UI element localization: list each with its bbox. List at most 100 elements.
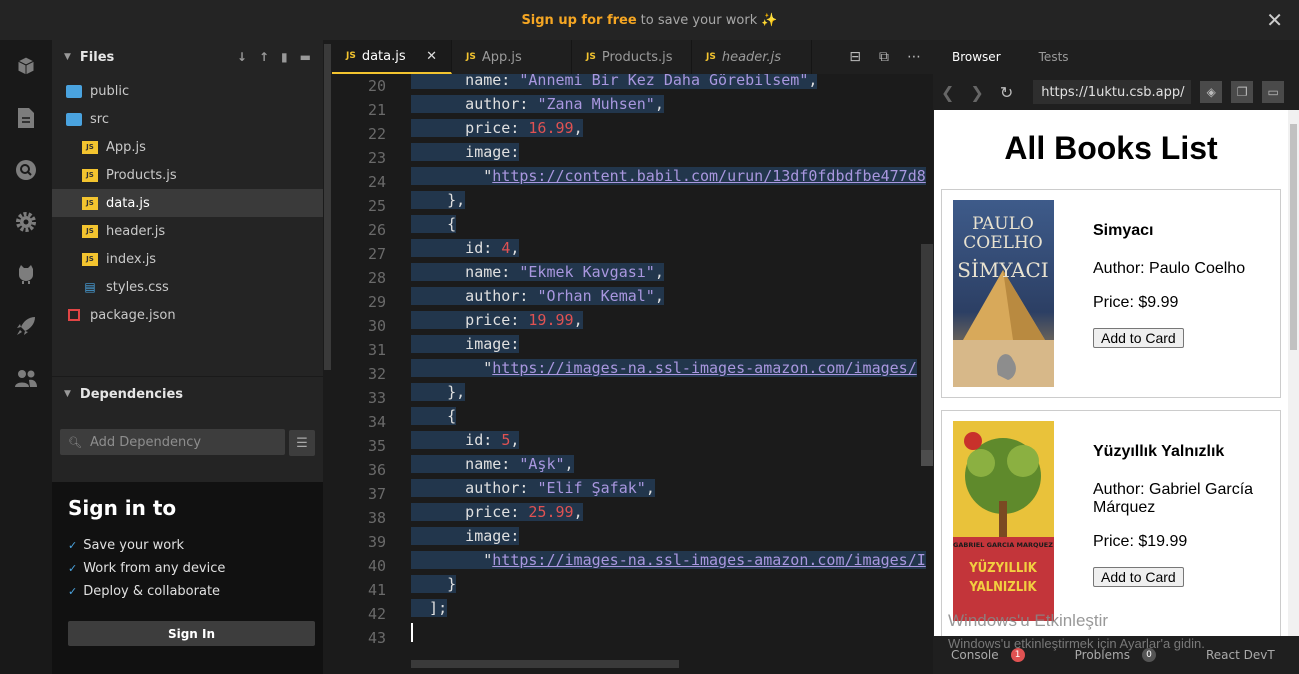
- horizontal-scrollbar[interactable]: [411, 660, 679, 668]
- code-line[interactable]: id: 4,: [411, 236, 931, 260]
- line-numbers: 20 21 22 23 24 25 26 27 28 29 30 31 32 33 34 35 36 37 38 39…: [332, 74, 394, 650]
- code-line[interactable]: id: 5,: [411, 428, 931, 452]
- files-header[interactable]: ▼ Files ↓ ↑ ▮ ▬: [52, 40, 323, 74]
- code-line[interactable]: },: [411, 380, 931, 404]
- code-line[interactable]: "https://images-na.ssl-images-amazon.com…: [411, 548, 931, 572]
- gear-icon[interactable]: [0, 196, 52, 248]
- signup-text: to save your work ✨: [640, 12, 778, 28]
- add-dependency-input[interactable]: 🔍︎ Add Dependency: [60, 429, 285, 455]
- file-item[interactable]: JS App.js: [52, 133, 323, 161]
- cover-author-last: COELHO: [963, 233, 1042, 253]
- selection-highlight: author: "Zana Muhsen",: [411, 95, 664, 113]
- book-title: Simyacı: [1093, 222, 1154, 239]
- code-line[interactable]: },: [411, 188, 931, 212]
- code-line[interactable]: author: "Orhan Kemal",: [411, 284, 931, 308]
- code-token: "Elif Şafak": [537, 479, 646, 497]
- code-line[interactable]: author: "Zana Muhsen",: [411, 92, 931, 116]
- cube-icon[interactable]: [0, 40, 52, 92]
- refresh-icon[interactable]: ↻: [1000, 83, 1013, 102]
- code-line[interactable]: ];: [411, 596, 931, 620]
- sort-up-icon[interactable]: ↑: [259, 50, 269, 64]
- preview-scrollbar[interactable]: [1288, 110, 1299, 636]
- code-line[interactable]: image:: [411, 140, 931, 164]
- code-line[interactable]: "https://images-na.ssl-images-amazon.com…: [411, 356, 931, 380]
- code-token: ];: [411, 599, 448, 617]
- responsive-icon[interactable]: ◈: [1200, 81, 1223, 103]
- line-number: 35: [367, 437, 386, 455]
- tab-file[interactable]: JS data.js ✕: [332, 40, 452, 74]
- dependencies-header[interactable]: ▼ Dependencies: [52, 377, 323, 411]
- code-line[interactable]: price: 16.99,: [411, 116, 931, 140]
- code-line[interactable]: image:: [411, 524, 931, 548]
- tab-tests[interactable]: Tests: [1020, 50, 1088, 64]
- users-icon[interactable]: [0, 352, 52, 404]
- rocket-icon[interactable]: [0, 300, 52, 352]
- github-icon[interactable]: [0, 248, 52, 300]
- caret-down-icon: ▼: [64, 52, 71, 62]
- add-to-card-button[interactable]: Add to Card: [1093, 567, 1184, 587]
- file-item[interactable]: JS header.js: [52, 217, 323, 245]
- code-token: ,: [564, 455, 574, 473]
- code-line[interactable]: {: [411, 212, 931, 236]
- code-line[interactable]: [411, 620, 931, 644]
- code-line[interactable]: author: "Elif Şafak",: [411, 476, 931, 500]
- tab-browser[interactable]: Browser: [933, 50, 1020, 64]
- code-token: https://content.babil.com/urun/13df0fdbd…: [492, 167, 926, 185]
- editor-actions: ⊟ ⧉ ⋯: [849, 40, 933, 74]
- more-icon[interactable]: ⋯: [907, 49, 921, 65]
- tab-react-devtools[interactable]: React DevT: [1206, 648, 1275, 662]
- back-icon[interactable]: ❮: [941, 83, 954, 102]
- code-line[interactable]: image:: [411, 332, 931, 356]
- preview-icon[interactable]: ⧉: [879, 49, 889, 65]
- file-item[interactable]: JS data.js: [52, 189, 323, 217]
- code-line[interactable]: {: [411, 404, 931, 428]
- book-author: Author: Gabriel García Márquez: [1093, 481, 1254, 516]
- code-line[interactable]: price: 19.99,: [411, 308, 931, 332]
- vertical-scrollbar[interactable]: [921, 244, 933, 464]
- code-line[interactable]: name: "Aşk",: [411, 452, 931, 476]
- selection-highlight: price: 16.99,: [411, 119, 583, 137]
- new-folder-icon[interactable]: ▬: [300, 50, 311, 64]
- new-window-icon[interactable]: ❐: [1231, 81, 1254, 103]
- file-item[interactable]: ▤ styles.css: [52, 273, 323, 301]
- sidebar-scrollbar[interactable]: [323, 40, 332, 370]
- sort-down-icon[interactable]: ↓: [237, 50, 247, 64]
- code-line[interactable]: }: [411, 572, 931, 596]
- code-lines[interactable]: name: "Annemi Bir Kez Daha Görebilsem", …: [411, 74, 931, 644]
- url-input[interactable]: https://1uktu.csb.app/: [1033, 80, 1192, 104]
- code-line[interactable]: price: 25.99,: [411, 500, 931, 524]
- line-number: 40: [367, 557, 386, 575]
- signup-link[interactable]: Sign up for free: [521, 13, 636, 28]
- signin-button[interactable]: Sign In: [68, 621, 315, 646]
- file-item[interactable]: package.json: [52, 301, 323, 329]
- hamburger-menu-icon[interactable]: ☰: [289, 430, 315, 456]
- tab-file[interactable]: JS header.js: [692, 40, 812, 74]
- file-icon[interactable]: [0, 92, 52, 144]
- code-line[interactable]: name: "Annemi Bir Kez Daha Görebilsem",: [411, 74, 931, 92]
- forward-icon[interactable]: ❯: [970, 83, 983, 102]
- book-card: GABRIEL GARCIA MARQUEZ YÜZYILLIK YALNIZL…: [941, 410, 1281, 636]
- line-number: 39: [367, 533, 386, 551]
- code-token: ,: [573, 119, 583, 137]
- file-label: header.js: [106, 223, 166, 239]
- close-tab-icon[interactable]: ✕: [426, 49, 437, 64]
- search-icon[interactable]: [0, 144, 52, 196]
- code-editor[interactable]: 20 21 22 23 24 25 26 27 28 29 30 31 32 33 34 35 36 37 38 39…: [332, 74, 933, 674]
- file-item[interactable]: JS Products.js: [52, 161, 323, 189]
- open-external-icon[interactable]: ▭: [1262, 81, 1285, 103]
- caret-down-icon: ▼: [64, 389, 71, 399]
- code-token: price:: [411, 311, 529, 329]
- tab-file[interactable]: JS App.js: [452, 40, 572, 74]
- new-file-icon[interactable]: ▮: [281, 50, 288, 64]
- split-view-icon[interactable]: ⊟: [849, 49, 861, 65]
- file-item[interactable]: public: [52, 77, 323, 105]
- line-number: 24: [367, 173, 386, 191]
- add-to-card-button[interactable]: Add to Card: [1093, 328, 1184, 348]
- browser-tabs: Browser Tests: [933, 40, 1299, 74]
- file-item[interactable]: JS index.js: [52, 245, 323, 273]
- code-line[interactable]: name: "Ekmek Kavgası",: [411, 260, 931, 284]
- code-line[interactable]: "https://content.babil.com/urun/13df0fdb…: [411, 164, 931, 188]
- close-icon[interactable]: ✕: [1266, 8, 1283, 32]
- file-item[interactable]: src: [52, 105, 323, 133]
- tab-file[interactable]: JS Products.js: [572, 40, 692, 74]
